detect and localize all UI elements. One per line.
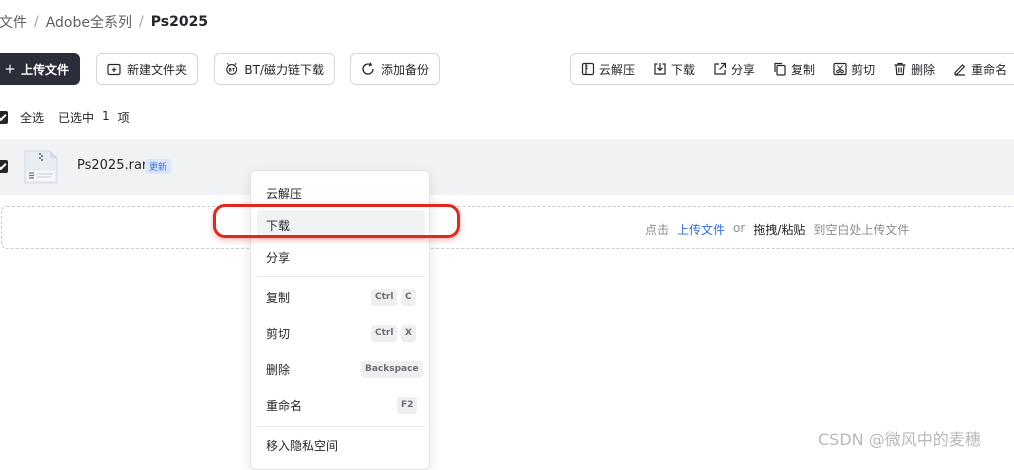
select-all-checkbox[interactable] [0, 111, 8, 124]
menu-item-private-space-label: 移入隐私空间 [266, 438, 339, 453]
menu-item-cut[interactable]: 剪切 Ctrl X [257, 318, 425, 348]
cut-action[interactable]: 剪切 [833, 61, 875, 78]
bt-magnet-label: BT/磁力链下载 [244, 62, 324, 77]
upload-hint-prefix: 点击 [645, 223, 670, 237]
extract-action[interactable]: 云解压 [581, 61, 635, 78]
watermark: CSDN @微风中的麦穗 [818, 430, 981, 449]
selected-prefix: 已选中 [58, 111, 95, 125]
download-icon [654, 63, 666, 75]
archive-file-icon [22, 148, 60, 186]
bt-icon: BT [226, 63, 238, 75]
share-icon [714, 62, 727, 75]
menu-divider [257, 276, 425, 277]
breadcrumb: 文件 / Adobe全系列 / Ps2025 [0, 12, 208, 32]
menu-item-extract-label: 云解压 [266, 186, 303, 201]
add-backup-label: 添加备份 [380, 62, 429, 77]
menu-item-delete-label: 删除 [266, 362, 291, 377]
download-action[interactable]: 下载 [653, 61, 695, 78]
update-badge: 更新 [145, 159, 172, 174]
shortcut-x: X [401, 325, 416, 342]
menu-item-share-label: 分享 [266, 250, 291, 265]
breadcrumb-separator: / [34, 14, 39, 30]
extract-action-label: 云解压 [599, 62, 636, 77]
shortcut-ctrl: Ctrl [371, 289, 398, 306]
new-folder-button[interactable]: 新建文件夹 [96, 53, 198, 85]
action-toolbar: 云解压 下载 分享 复制 剪切 删除 重命名 [570, 53, 1014, 85]
bt-magnet-button[interactable]: BT BT/磁力链下载 [214, 53, 335, 85]
trash-icon [894, 62, 906, 76]
breadcrumb-separator: / [139, 14, 144, 30]
rename-action[interactable]: 重命名 [953, 61, 1007, 78]
upload-button-label: 上传文件 [20, 62, 69, 77]
upload-hint-link[interactable]: 上传文件 [677, 221, 725, 238]
share-action-label: 分享 [731, 62, 756, 77]
shortcut-ctrl: Ctrl [371, 325, 398, 342]
select-all-label[interactable]: 全选 [20, 109, 44, 126]
menu-item-share[interactable]: 分享 [257, 242, 425, 272]
menu-item-copy-label: 复制 [266, 290, 291, 305]
upload-hint-drag: 拖拽/粘贴 [753, 223, 806, 237]
new-folder-label: 新建文件夹 [126, 62, 187, 77]
breadcrumb-item-adobe[interactable]: Adobe全系列 [46, 12, 132, 32]
selected-unit: 项 [117, 111, 130, 125]
breadcrumb-item-files[interactable]: 文件 [0, 12, 27, 32]
menu-item-delete[interactable]: 删除 Backspace [257, 354, 425, 384]
shortcut-f2: F2 [397, 397, 418, 414]
copy-action[interactable]: 复制 [773, 61, 815, 78]
svg-text:BT: BT [228, 68, 235, 74]
pencil-icon [954, 64, 966, 76]
selected-count: 1 [102, 109, 110, 123]
breadcrumb-current: Ps2025 [150, 14, 209, 30]
cut-action-label: 剪切 [851, 62, 876, 77]
upload-hint-or: or [733, 221, 746, 235]
upload-hint: 点击 上传文件 or 拖拽/粘贴 到空白处上传文件 [645, 221, 909, 238]
delete-action[interactable]: 删除 [893, 61, 935, 78]
archive-icon [581, 62, 595, 76]
file-name[interactable]: Ps2025.rar [77, 158, 147, 173]
share-action[interactable]: 分享 [713, 61, 755, 78]
upload-hint-suffix: 到空白处上传文件 [813, 223, 910, 237]
menu-item-copy[interactable]: 复制 Ctrl C [257, 282, 425, 312]
upload-button[interactable]: 上传文件 [0, 53, 80, 85]
rename-action-label: 重命名 [971, 62, 1008, 77]
selection-summary: 全选 已选中 1 项 [20, 109, 130, 126]
refresh-icon [362, 62, 374, 75]
delete-action-label: 删除 [911, 62, 936, 77]
add-backup-button[interactable]: 添加备份 [350, 53, 440, 85]
scissors-icon [833, 62, 847, 76]
menu-item-private-space[interactable]: 移入隐私空间 [257, 430, 425, 460]
shortcut-backspace: Backspace [361, 361, 423, 378]
folder-plus-icon [107, 63, 121, 76]
menu-item-rename[interactable]: 重命名 F2 [257, 390, 425, 420]
file-checkbox[interactable] [0, 160, 8, 173]
plus-icon [5, 64, 15, 74]
menu-item-cut-label: 剪切 [266, 326, 291, 341]
menu-item-rename-label: 重命名 [266, 398, 303, 413]
download-action-label: 下载 [671, 62, 696, 77]
annotation-highlight [213, 204, 460, 238]
copy-action-label: 复制 [791, 62, 816, 77]
menu-divider [257, 426, 425, 427]
shortcut-c: C [401, 289, 416, 306]
copy-icon [774, 62, 786, 76]
